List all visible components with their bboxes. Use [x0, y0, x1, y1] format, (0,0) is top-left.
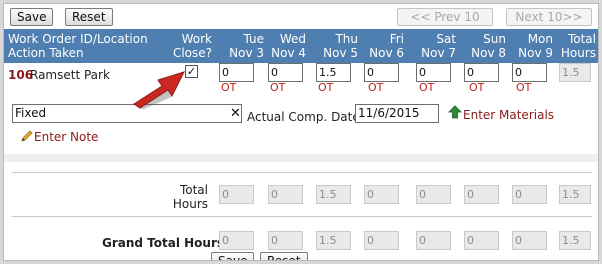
table-header: Work Order ID/Location Action Taken Work…: [4, 29, 598, 63]
total-hours-day-1: 0: [219, 185, 254, 204]
grand-total-hours-label: Grand Total Hours: [102, 236, 225, 250]
header-action-taken: Action Taken: [8, 46, 84, 60]
actual-comp-date-input[interactable]: 11/6/2015: [355, 104, 439, 123]
grand-total-day-1: 0: [219, 231, 254, 250]
green-arrow-icon[interactable]: [448, 105, 462, 119]
grand-total-day-5: 0: [416, 231, 451, 250]
action-taken-input[interactable]: Fixed: [12, 104, 242, 123]
header-day-2: Wed Nov 4: [264, 32, 306, 60]
header-day-3: Thu Nov 5: [316, 32, 358, 60]
hours-input-day-7[interactable]: 0: [512, 63, 547, 82]
reset-button-bottom[interactable]: Reset: [260, 252, 308, 260]
row-divider-band: [4, 154, 598, 162]
day-name: Mon: [527, 32, 553, 46]
header-day-7: Mon Nov 9: [511, 32, 553, 60]
ot-link-day-2[interactable]: OT: [270, 81, 285, 94]
reset-button[interactable]: Reset: [65, 8, 113, 26]
grand-total-day-7: 0: [512, 231, 547, 250]
header-work-close: Work Close?: [172, 32, 212, 60]
header-day-6: Sun Nov 8: [464, 32, 506, 60]
hours-input-day-2[interactable]: 0: [268, 63, 303, 82]
header-work-close-line1: Work: [181, 32, 212, 46]
ot-link-day-6[interactable]: OT: [469, 81, 484, 94]
divider: [12, 216, 592, 217]
hours-input-day-5[interactable]: 0: [416, 63, 451, 82]
red-arrow-icon: [133, 71, 185, 109]
enter-note-link[interactable]: Enter Note: [34, 130, 98, 144]
ot-link-day-4[interactable]: OT: [368, 81, 383, 94]
header-work-close-line2: Close?: [172, 46, 212, 60]
ot-link-day-1[interactable]: OT: [221, 81, 236, 94]
day-date: Nov 5: [323, 46, 358, 60]
header-day-5: Sat Nov 7: [414, 32, 456, 60]
day-name: Tue: [243, 32, 265, 46]
actual-comp-date-label: Actual Comp. Date: [247, 110, 360, 124]
header-day-1: Tue Nov 3: [222, 32, 264, 60]
day-date: Nov 4: [271, 46, 306, 60]
enter-materials-link[interactable]: Enter Materials: [463, 108, 554, 122]
clear-action-icon[interactable]: ✕: [230, 106, 241, 121]
hours-input-day-1[interactable]: 0: [219, 63, 254, 82]
day-date: Nov 3: [229, 46, 264, 60]
header-total-line2: Hours: [560, 46, 596, 60]
timesheet-frame: Save Reset << Prev 10 Next 10>> Work Ord…: [3, 3, 599, 261]
total-hours-day-2: 0: [268, 185, 303, 204]
hours-input-day-6[interactable]: 0: [464, 63, 499, 82]
work-order-location: Ramsett Park: [30, 68, 110, 82]
total-hours-day-5: 0: [416, 185, 451, 204]
total-hours-label: Total Hours: [173, 183, 208, 211]
total-hours-day-4: 0: [364, 185, 399, 204]
ot-link-day-5[interactable]: OT: [419, 81, 434, 94]
grand-total-sum: 1.5: [559, 231, 591, 250]
header-total-hours: Total Hours: [556, 32, 596, 60]
total-hours-day-3: 1.5: [316, 185, 351, 204]
hours-input-day-3[interactable]: 1.5: [316, 63, 351, 82]
total-label-line2: Hours: [172, 197, 208, 211]
pencil-icon: [21, 130, 33, 142]
prev-10-button[interactable]: << Prev 10: [397, 8, 493, 26]
day-name: Wed: [279, 32, 306, 46]
total-hours-sum: 1.5: [559, 185, 591, 204]
day-date: Nov 9: [518, 46, 553, 60]
day-name: Fri: [389, 32, 404, 46]
ot-link-day-7[interactable]: OT: [516, 81, 531, 94]
save-button[interactable]: Save: [10, 8, 54, 26]
day-date: Nov 7: [421, 46, 456, 60]
next-10-button[interactable]: Next 10>>: [506, 8, 592, 26]
ot-link-day-3[interactable]: OT: [318, 81, 333, 94]
grand-total-day-3: 1.5: [316, 231, 351, 250]
total-label-line1: Total: [179, 183, 208, 197]
grand-total-day-4: 0: [364, 231, 399, 250]
day-date: Nov 6: [369, 46, 404, 60]
day-date: Nov 8: [471, 46, 506, 60]
work-order-total-hours: 1.5: [559, 63, 591, 82]
grand-total-day-6: 0: [464, 231, 499, 250]
divider: [12, 172, 592, 173]
hours-input-day-4[interactable]: 0: [364, 63, 399, 82]
save-button-bottom[interactable]: Save: [211, 252, 255, 260]
total-hours-day-7: 0: [512, 185, 547, 204]
day-name: Sun: [483, 32, 506, 46]
header-work-order-title: Work Order ID/Location: [8, 32, 148, 46]
header-day-4: Fri Nov 6: [362, 32, 404, 60]
grand-total-day-2: 0: [268, 231, 303, 250]
total-hours-day-6: 0: [464, 185, 499, 204]
day-name: Thu: [335, 32, 358, 46]
day-name: Sat: [436, 32, 456, 46]
header-total-line1: Total: [567, 32, 596, 46]
header-work-order: Work Order ID/Location Action Taken: [8, 32, 148, 60]
